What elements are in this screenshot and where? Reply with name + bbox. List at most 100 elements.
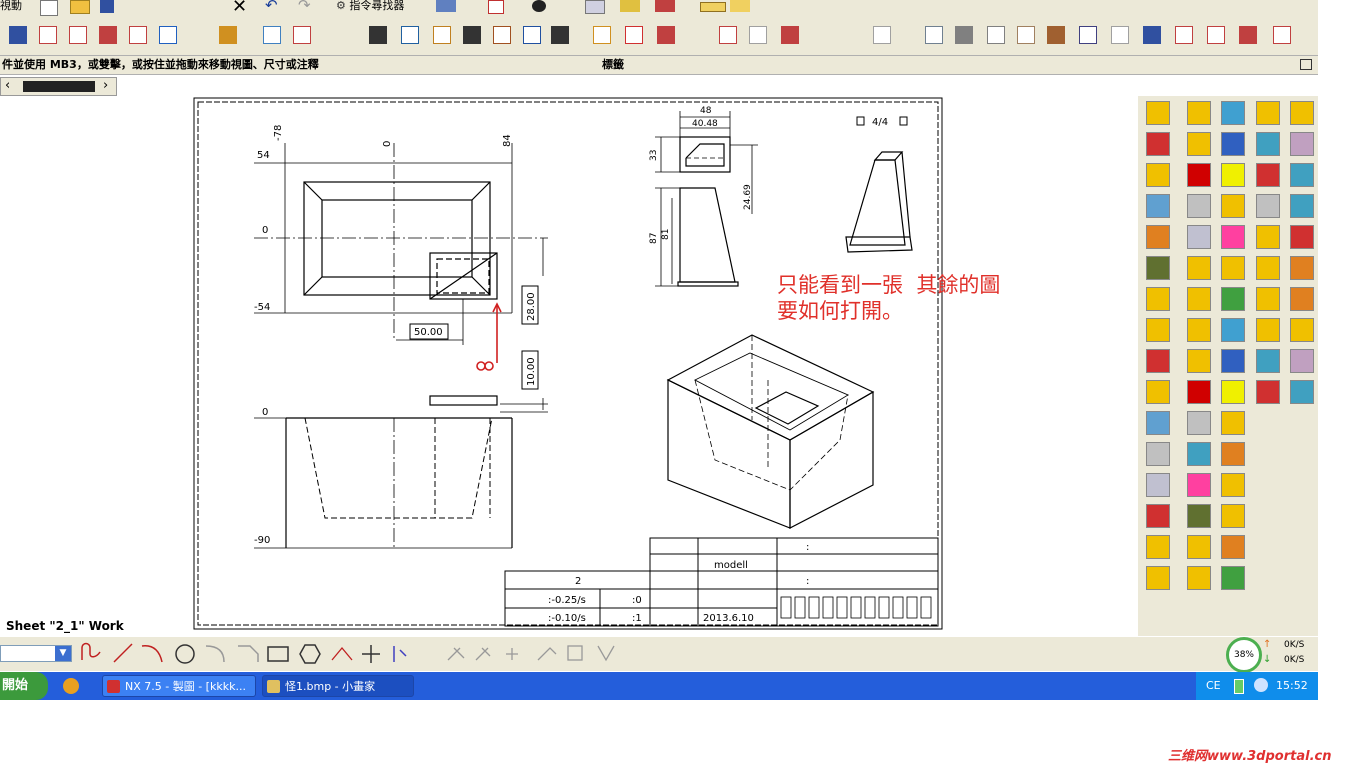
- scroll-thumb[interactable]: [23, 81, 95, 92]
- palette-tool-icon-10[interactable]: [1290, 132, 1314, 156]
- toolbar-tool-icon-11[interactable]: [398, 24, 422, 46]
- input-language[interactable]: CE: [1206, 679, 1221, 692]
- quicklaunch-icon[interactable]: [63, 678, 79, 694]
- scroll-right-icon[interactable]: ›: [103, 78, 108, 93]
- palette-tool-icon-24[interactable]: [1256, 225, 1280, 249]
- palette-tool-icon-13[interactable]: [1221, 163, 1245, 187]
- palette-tool-icon-64[interactable]: [1187, 535, 1211, 559]
- palette-tool-icon-17[interactable]: [1187, 194, 1211, 218]
- palette-tool-icon-20[interactable]: [1290, 194, 1314, 218]
- toolbar-icon-group-6[interactable]: [655, 0, 675, 12]
- toolbar-tool-icon-10[interactable]: [366, 24, 390, 46]
- palette-tool-icon-36[interactable]: [1146, 318, 1170, 342]
- toolbar-tool-icon-3[interactable]: [66, 24, 90, 46]
- palette-tool-icon-27[interactable]: [1187, 256, 1211, 280]
- toolbar-tool-icon-32[interactable]: [1172, 24, 1196, 46]
- toolbar-tool-icon-25[interactable]: [952, 24, 976, 46]
- toolbar-tool-icon-1[interactable]: [6, 24, 30, 46]
- palette-tool-icon-6[interactable]: [1146, 132, 1170, 156]
- task-paint[interactable]: 怪1.bmp - 小畫家: [262, 675, 414, 697]
- palette-tool-icon-11[interactable]: [1146, 163, 1170, 187]
- arc-icon[interactable]: [141, 645, 163, 663]
- scroll-left-icon[interactable]: ‹: [5, 78, 10, 93]
- toolbar-tool-icon-7[interactable]: [216, 24, 240, 46]
- palette-tool-icon-9[interactable]: [1256, 132, 1280, 156]
- palette-tool-icon-12[interactable]: [1187, 163, 1211, 187]
- palette-tool-icon-16[interactable]: [1146, 194, 1170, 218]
- toolbar-icon-group-4[interactable]: [585, 0, 605, 14]
- palette-tool-icon-41[interactable]: [1146, 349, 1170, 373]
- save-icon[interactable]: [100, 0, 114, 13]
- palette-tool-icon-23[interactable]: [1221, 225, 1245, 249]
- toolbar-tool-icon-23[interactable]: [870, 24, 894, 46]
- toolbar-tool-icon-12[interactable]: [430, 24, 454, 46]
- toolbar-tool-icon-33[interactable]: [1204, 24, 1228, 46]
- set-square-icon[interactable]: [730, 0, 750, 12]
- toolbar-icon-group-2[interactable]: [488, 0, 504, 14]
- palette-tool-icon-34[interactable]: [1256, 287, 1280, 311]
- toolbar-tool-icon-9[interactable]: [290, 24, 314, 46]
- toolbar-icon-group-1[interactable]: [436, 0, 456, 12]
- toolbar-tool-icon-5[interactable]: [126, 24, 150, 46]
- toolbar-tool-icon-16[interactable]: [548, 24, 572, 46]
- toolbar-tool-icon-27[interactable]: [1014, 24, 1038, 46]
- palette-tool-icon-47[interactable]: [1187, 380, 1211, 404]
- palette-tool-icon-15[interactable]: [1290, 163, 1314, 187]
- toolbar-icon-group-5[interactable]: [620, 0, 640, 12]
- palette-tool-icon-61[interactable]: [1187, 504, 1211, 528]
- toolbar-tool-icon-6[interactable]: [156, 24, 180, 46]
- palette-tool-icon-31[interactable]: [1146, 287, 1170, 311]
- palette-tool-icon-51[interactable]: [1146, 411, 1170, 435]
- chamfer-icon[interactable]: [238, 645, 259, 662]
- toolbar-tool-icon-8[interactable]: [260, 24, 284, 46]
- toolbar-tool-icon-35[interactable]: [1270, 24, 1294, 46]
- command-finder-button[interactable]: ⚙ 指令尋找器: [336, 0, 404, 13]
- palette-tool-icon-37[interactable]: [1187, 318, 1211, 342]
- studio-spline-icon[interactable]: [331, 646, 353, 661]
- toolbar-tool-icon-28[interactable]: [1044, 24, 1068, 46]
- palette-tool-icon-33[interactable]: [1221, 287, 1245, 311]
- palette-tool-icon-60[interactable]: [1146, 504, 1170, 528]
- palette-tool-icon-35[interactable]: [1290, 287, 1314, 311]
- polygon-icon[interactable]: [299, 644, 321, 664]
- new-file-icon[interactable]: [40, 0, 58, 16]
- palette-tool-icon-53[interactable]: [1221, 411, 1245, 435]
- rectangle-icon[interactable]: [267, 646, 289, 662]
- open-folder-icon[interactable]: [70, 0, 90, 14]
- point-icon[interactable]: [362, 645, 380, 663]
- palette-tool-icon-7[interactable]: [1187, 132, 1211, 156]
- tray-circle-icon[interactable]: [1254, 678, 1268, 692]
- palette-tool-icon-63[interactable]: [1146, 535, 1170, 559]
- toolbar-tool-icon-14[interactable]: [490, 24, 514, 46]
- trim-icon[interactable]: [447, 645, 615, 662]
- palette-tool-icon-66[interactable]: [1146, 566, 1170, 590]
- palette-tool-icon-67[interactable]: [1187, 566, 1211, 590]
- toolbar-tool-icon-2[interactable]: [36, 24, 60, 46]
- palette-tool-icon-68[interactable]: [1221, 566, 1245, 590]
- redo-icon[interactable]: ↷: [298, 0, 311, 14]
- palette-tool-icon-55[interactable]: [1187, 442, 1211, 466]
- palette-tool-icon-4[interactable]: [1256, 101, 1280, 125]
- toolbar-tool-icon-15[interactable]: [520, 24, 544, 46]
- palette-tool-icon-49[interactable]: [1256, 380, 1280, 404]
- toolbar-tool-icon-18[interactable]: [622, 24, 646, 46]
- toolbar-tool-icon-19[interactable]: [654, 24, 678, 46]
- profile-icon[interactable]: [81, 642, 101, 661]
- palette-tool-icon-43[interactable]: [1221, 349, 1245, 373]
- toolbar-tool-icon-4[interactable]: [96, 24, 120, 46]
- toolbar-tool-icon-13[interactable]: [460, 24, 484, 46]
- ruler-icon[interactable]: [700, 2, 726, 12]
- toolbar-tool-icon-20[interactable]: [716, 24, 740, 46]
- palette-tool-icon-38[interactable]: [1221, 318, 1245, 342]
- toolbar-tool-icon-31[interactable]: [1140, 24, 1164, 46]
- toolbar-tool-icon-22[interactable]: [778, 24, 802, 46]
- task-nx[interactable]: NX 7.5 - 製圖 - [kkkk...: [102, 675, 256, 697]
- palette-tool-icon-54[interactable]: [1146, 442, 1170, 466]
- palette-tool-icon-62[interactable]: [1221, 504, 1245, 528]
- drawing-sheet[interactable]: 54 0 -54 -78 0 84 50.00 28.00 10.00 0 -9…: [193, 97, 943, 630]
- palette-tool-icon-30[interactable]: [1290, 256, 1314, 280]
- palette-tool-icon-19[interactable]: [1256, 194, 1280, 218]
- menu-view[interactable]: 視動: [0, 0, 22, 13]
- palette-tool-icon-44[interactable]: [1256, 349, 1280, 373]
- toolbar-icon-group-3[interactable]: [532, 0, 546, 12]
